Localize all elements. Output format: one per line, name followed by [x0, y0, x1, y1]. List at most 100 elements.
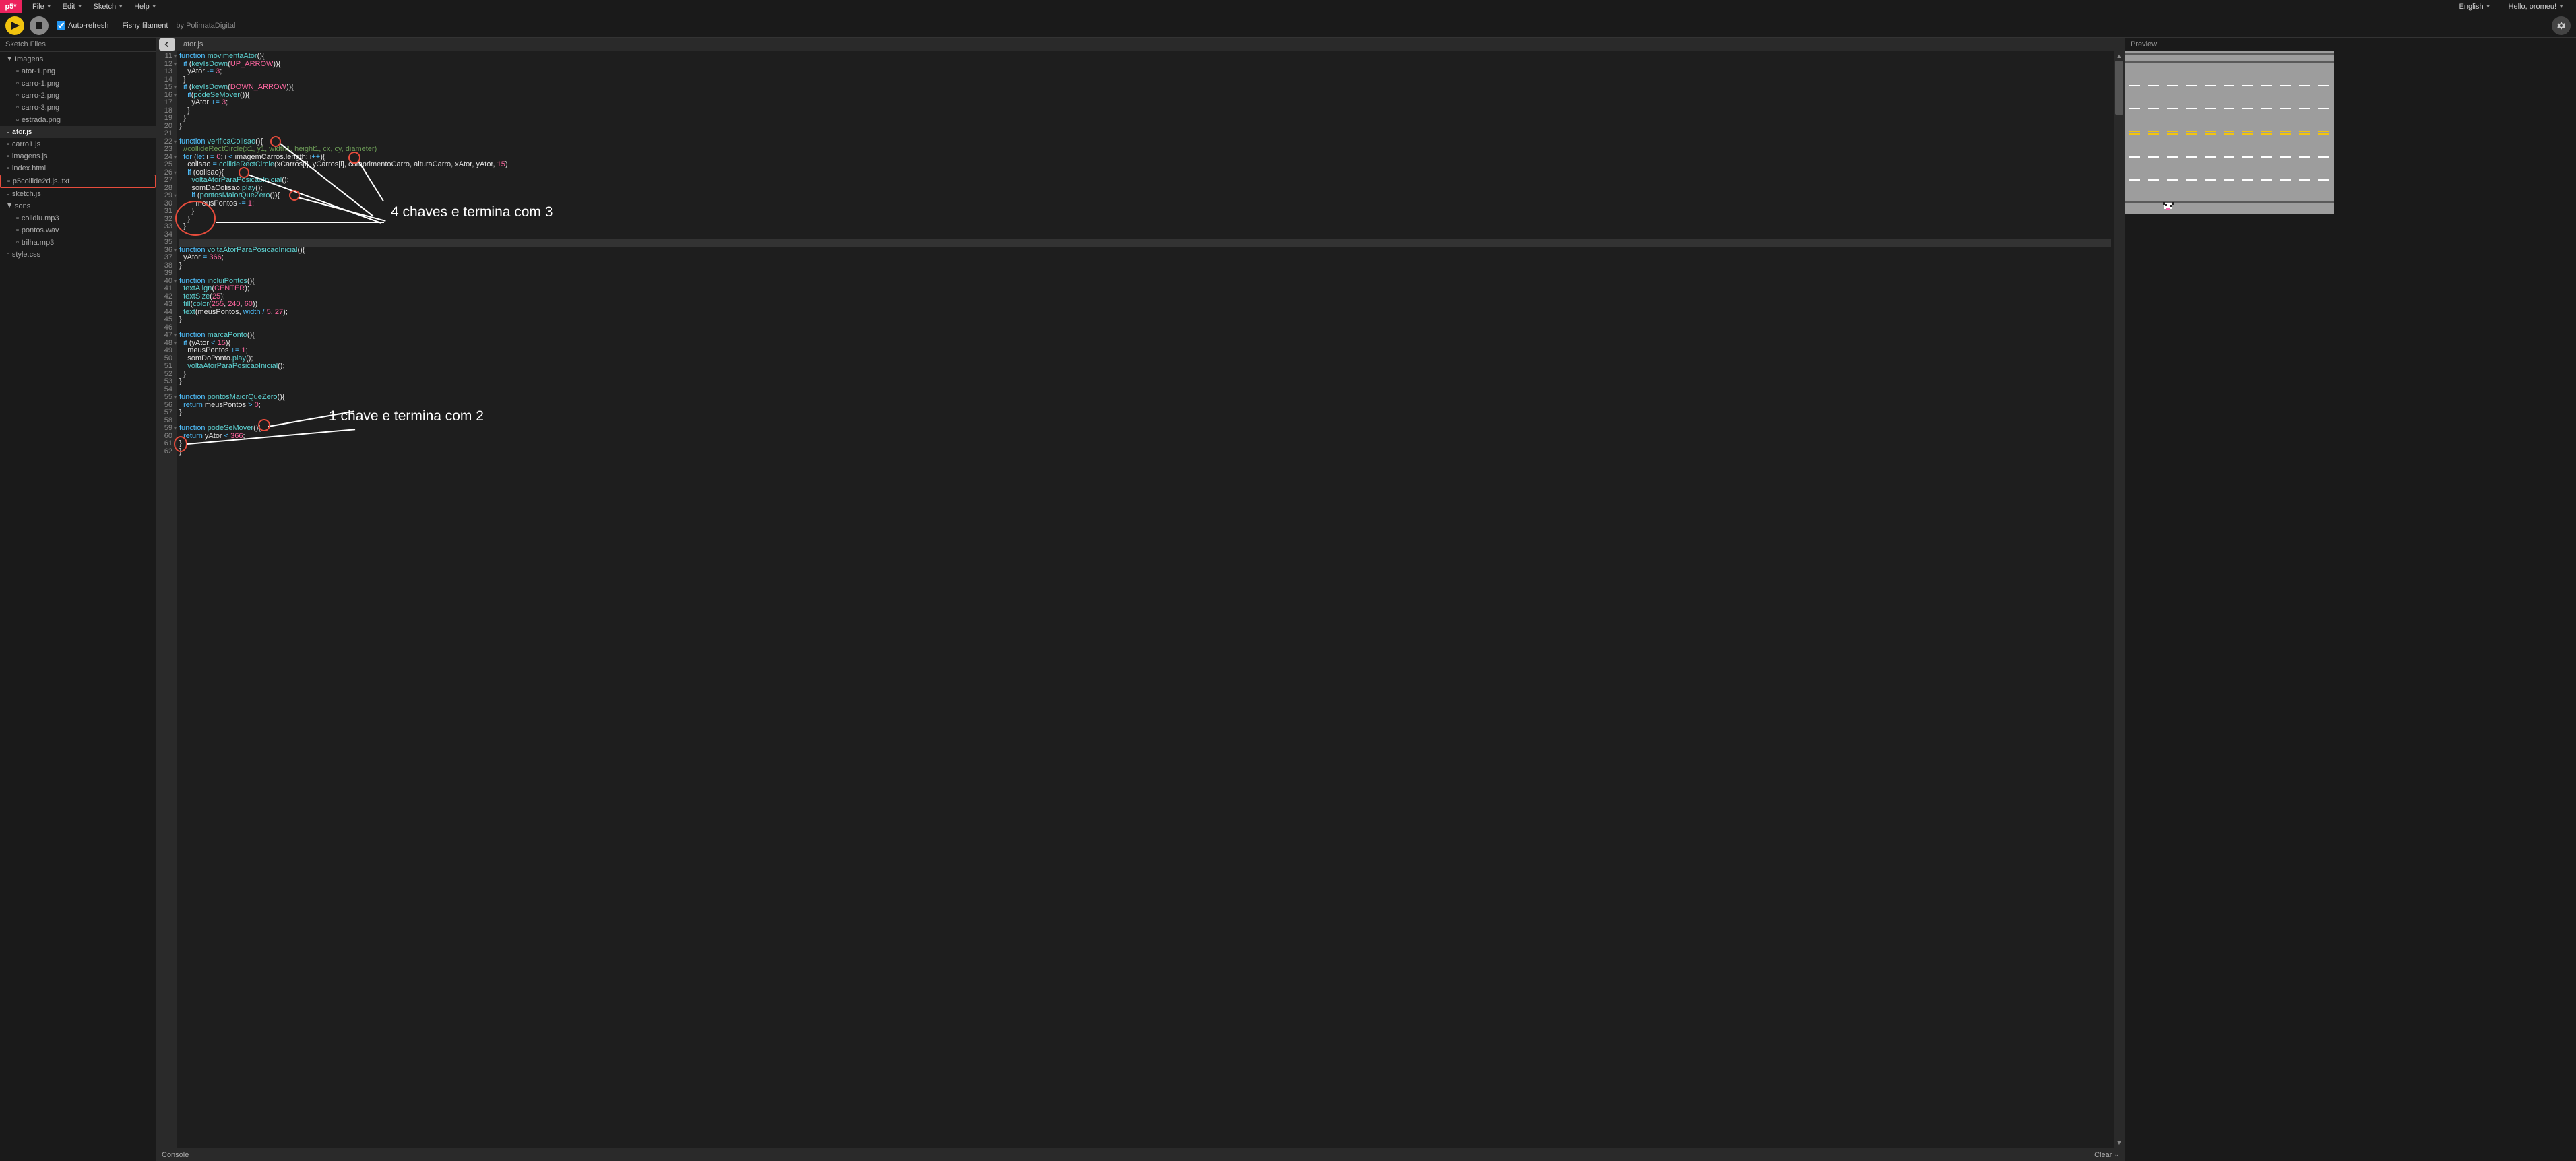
file-icon: ▫ [7, 250, 9, 259]
settings-button[interactable] [2552, 16, 2571, 35]
auto-refresh-label: Auto-refresh [68, 22, 109, 30]
user-greeting-label: Hello, oromeu! [2509, 3, 2557, 11]
file-estrada-png[interactable]: ▫estrada.png [0, 114, 156, 126]
topbar-right: English▼ Hello, oromeu!▼ [2454, 0, 2576, 13]
current-file-tab[interactable]: ator.js [178, 38, 208, 51]
line-number-gutter: 11▾12▾131415▾16▾171819202122▾2324▾2526▾2… [156, 51, 177, 1148]
file-index-html[interactable]: ▫index.html [0, 162, 156, 175]
file-trilha-mp3[interactable]: ▫trilha.mp3 [0, 237, 156, 249]
sketch-name[interactable]: Fishy filament [123, 22, 168, 30]
file-pontos-wav[interactable]: ▫pontos.wav [0, 224, 156, 237]
folder-label: sons [15, 201, 30, 211]
main-area: Sketch Files ▶Imagens ▫ator-1.png ▫carro… [0, 38, 2576, 1161]
console-bar: Console Clear ⌄ [156, 1148, 2125, 1161]
road-lane [2125, 85, 2334, 86]
sketch-author: by PolimataDigital [176, 22, 235, 30]
file-label: estrada.png [22, 115, 61, 125]
file-label: carro1.js [12, 139, 40, 149]
file-style-css[interactable]: ▫style.css [0, 249, 156, 261]
toolbar: Auto-refresh Fishy filament by PolimataD… [0, 13, 2576, 38]
caret-down-icon: ▼ [77, 3, 83, 9]
menu-sketch[interactable]: Sketch▼ [88, 0, 129, 13]
file-p5collide-txt[interactable]: ▫p5collide2d.js..txt [0, 175, 156, 188]
stop-button[interactable] [30, 16, 49, 35]
file-label: pontos.wav [22, 226, 59, 235]
road-lane [2125, 108, 2334, 109]
road-border [2125, 201, 2334, 203]
file-icon: ▫ [16, 226, 19, 235]
topbar: p5* File▼ Edit▼ Sketch▼ Help▼ English▼ H… [0, 0, 2576, 13]
file-icon: ▫ [7, 189, 9, 199]
chevron-left-icon [164, 42, 170, 47]
road-top-border [2125, 53, 2334, 55]
file-icon: ▫ [16, 115, 19, 125]
folder-arrow-icon: ▶ [5, 203, 14, 209]
menu-help[interactable]: Help▼ [129, 0, 162, 13]
file-label: trilha.mp3 [22, 238, 54, 247]
scroll-down-arrow[interactable]: ▼ [2114, 1138, 2125, 1148]
menu-sketch-label: Sketch [94, 3, 117, 11]
sidebar-header: Sketch Files [0, 38, 156, 52]
file-label: colidiu.mp3 [22, 214, 59, 223]
file-colidiu-mp3[interactable]: ▫colidiu.mp3 [0, 212, 156, 224]
caret-down-icon: ▼ [2486, 3, 2491, 9]
road-border [2125, 61, 2334, 63]
file-imagens-js[interactable]: ▫imagens.js [0, 150, 156, 162]
folder-arrow-icon: ▶ [5, 57, 14, 62]
file-carro2-png[interactable]: ▫carro-2.png [0, 90, 156, 102]
file-label: ator-1.png [22, 67, 55, 76]
code-wrapper: 11▾12▾131415▾16▾171819202122▾2324▾2526▾2… [156, 51, 2125, 1148]
file-icon: ▫ [16, 79, 19, 88]
language-selector[interactable]: English▼ [2454, 0, 2496, 13]
menu-help-label: Help [134, 3, 150, 11]
caret-down-icon: ▼ [152, 3, 157, 9]
user-greeting[interactable]: Hello, oromeu!▼ [2503, 0, 2569, 13]
file-icon: ▫ [7, 177, 10, 186]
auto-refresh-checkbox[interactable] [57, 21, 65, 30]
chevron-down-icon: ⌄ [2114, 1151, 2119, 1158]
file-icon: ▫ [7, 139, 9, 149]
folder-imagens[interactable]: ▶Imagens [0, 53, 156, 65]
file-label: p5collide2d.js..txt [13, 177, 69, 186]
author-name[interactable]: PolimataDigital [186, 22, 235, 30]
file-icon: ▫ [16, 214, 19, 223]
file-label: imagens.js [12, 152, 48, 161]
file-icon: ▫ [7, 152, 9, 161]
preview-canvas[interactable] [2125, 51, 2334, 214]
file-label: carro-3.png [22, 103, 59, 113]
file-carro3-png[interactable]: ▫carro-3.png [0, 102, 156, 114]
file-label: carro-1.png [22, 79, 59, 88]
road-lane-yellow [2125, 133, 2334, 135]
language-label: English [2459, 3, 2484, 11]
road-lane [2125, 156, 2334, 158]
stop-icon [36, 22, 42, 29]
folder-label: Imagens [15, 55, 43, 64]
file-carro1-png[interactable]: ▫carro-1.png [0, 77, 156, 90]
file-sketch-js[interactable]: ▫sketch.js [0, 188, 156, 200]
file-icon: ▫ [16, 103, 19, 113]
console-label[interactable]: Console [162, 1151, 189, 1159]
menu-edit[interactable]: Edit▼ [57, 0, 88, 13]
p5-logo[interactable]: p5* [0, 0, 22, 13]
file-icon: ▫ [16, 238, 19, 247]
preview-area: Preview [2125, 38, 2576, 1161]
file-tree: ▶Imagens ▫ator-1.png ▫carro-1.png ▫carro… [0, 52, 156, 262]
file-ator1-png[interactable]: ▫ator-1.png [0, 65, 156, 77]
folder-sons[interactable]: ▶sons [0, 200, 156, 212]
play-icon [11, 22, 20, 30]
editor-scrollbar[interactable]: ▲ ▼ [2114, 51, 2125, 1148]
collapse-sidebar-button[interactable] [159, 38, 175, 51]
auto-refresh-toggle[interactable]: Auto-refresh [57, 21, 109, 30]
file-icon: ▫ [16, 67, 19, 76]
play-button[interactable] [5, 16, 24, 35]
scroll-up-arrow[interactable]: ▲ [2114, 51, 2125, 61]
menu-file[interactable]: File▼ [27, 0, 57, 13]
code-editor[interactable]: function movimentaAtor(){ if (keyIsDown(… [177, 51, 2114, 1148]
scroll-thumb[interactable] [2115, 61, 2123, 115]
clear-label: Clear [2094, 1151, 2112, 1159]
file-carro1-js[interactable]: ▫carro1.js [0, 138, 156, 150]
clear-console-button[interactable]: Clear ⌄ [2094, 1151, 2119, 1159]
main-menu: File▼ Edit▼ Sketch▼ Help▼ [27, 0, 162, 13]
file-label: style.css [12, 250, 40, 259]
file-ator-js[interactable]: ▫ator.js [0, 126, 156, 138]
